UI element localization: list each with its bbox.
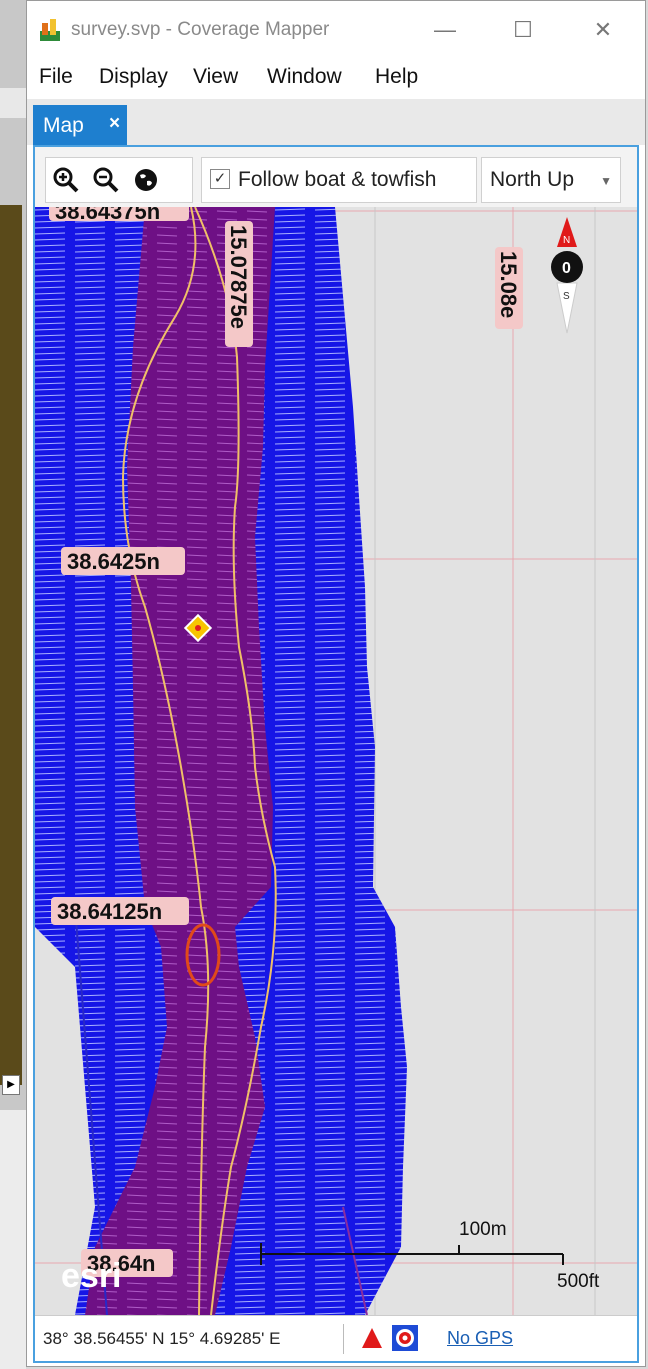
- title-bar[interactable]: survey.svp - Coverage Mapper — ☐ ✕: [27, 1, 645, 57]
- maximize-button[interactable]: ☐: [503, 13, 543, 47]
- background-left-window: ▶: [0, 0, 26, 1369]
- orientation-value: North Up: [490, 168, 575, 191]
- app-icon: [40, 19, 60, 41]
- coverage-mapper-window: survey.svp - Coverage Mapper — ☐ ✕ File …: [26, 0, 646, 1367]
- zoom-tools: [45, 157, 193, 203]
- status-divider: [343, 1324, 344, 1354]
- menu-window[interactable]: Window: [267, 65, 342, 89]
- tab-map-label: Map: [43, 114, 84, 137]
- scroll-right-icon[interactable]: ▶: [2, 1075, 20, 1095]
- window-title: survey.svp - Coverage Mapper: [71, 19, 330, 40]
- compass-value: 0: [562, 260, 571, 277]
- menu-file[interactable]: File: [39, 65, 73, 89]
- menu-help[interactable]: Help: [375, 65, 418, 89]
- follow-checkbox[interactable]: ✓: [210, 169, 230, 189]
- status-bar: 38° 38.56455' N 15° 4.69285' E No GPS: [35, 1315, 637, 1361]
- lat-label-3: 38.64125n: [57, 899, 162, 924]
- boat-icon[interactable]: [359, 1326, 385, 1352]
- gps-status-link[interactable]: No GPS: [447, 1328, 513, 1349]
- lat-label-top: 38.64375n: [55, 207, 160, 224]
- menu-display[interactable]: Display: [99, 65, 168, 89]
- compass-north-label: N: [563, 235, 570, 246]
- lat-label-2: 38.6425n: [67, 549, 160, 574]
- tab-map[interactable]: Map ×: [33, 105, 127, 145]
- globe-icon[interactable]: [132, 166, 160, 194]
- map-canvas[interactable]: 38.64375n 38.6425n 38.64125n 38.64n 15.0…: [35, 207, 637, 1315]
- orientation-select[interactable]: North Up ▼: [481, 157, 621, 203]
- map-toolbar: ✓ Follow boat & towfish North Up ▼: [35, 147, 637, 207]
- background-sonar-image: [0, 205, 22, 1085]
- tab-close-icon[interactable]: ×: [109, 113, 120, 135]
- esri-logo: esri: [61, 1257, 122, 1295]
- background-strip: [0, 1110, 26, 1369]
- background-strip: [0, 88, 26, 118]
- minimize-button[interactable]: —: [425, 13, 465, 47]
- lon-label-1: 15.07875e: [226, 225, 251, 329]
- zoom-out-icon[interactable]: [92, 166, 120, 194]
- close-button[interactable]: ✕: [583, 13, 623, 47]
- scale-metric-label: 100m: [459, 1219, 507, 1240]
- menu-view[interactable]: View: [193, 65, 238, 89]
- lon-label-2: 15.08e: [496, 251, 521, 318]
- target-icon[interactable]: [391, 1324, 419, 1352]
- compass-south-label: S: [563, 291, 570, 302]
- cursor-coordinates: 38° 38.56455' N 15° 4.69285' E: [43, 1329, 281, 1348]
- follow-label: Follow boat & towfish: [238, 168, 437, 191]
- zoom-in-icon[interactable]: [52, 166, 80, 194]
- scale-imperial-label: 500ft: [557, 1271, 600, 1292]
- follow-boat-toggle[interactable]: ✓ Follow boat & towfish: [201, 157, 477, 203]
- chevron-down-icon: ▼: [600, 174, 612, 188]
- map-panel: ✓ Follow boat & towfish North Up ▼ 38.64…: [33, 145, 639, 1363]
